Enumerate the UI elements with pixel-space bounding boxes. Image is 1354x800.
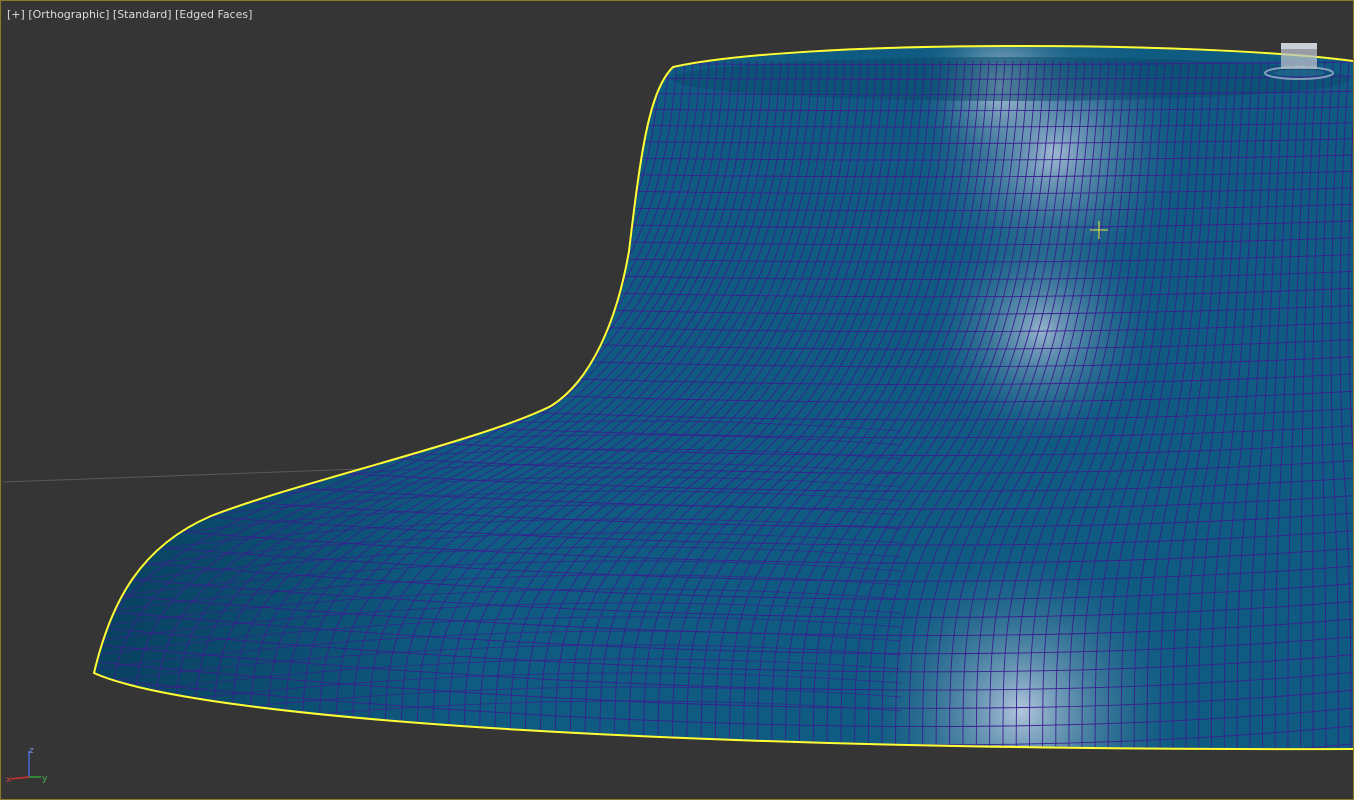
axis-tripod-icon: z x y (6, 746, 48, 785)
viewport-shading-menu[interactable]: [Standard] (113, 8, 172, 21)
y-axis-label: y (42, 774, 48, 784)
viewport-plus-menu[interactable]: [+] (7, 8, 25, 21)
viewport-label-menu: [+] [Orthographic] [Standard] [Edged Fac… (7, 8, 252, 21)
perspective-viewport[interactable]: z x y [+] [Orthographic] [Standard] [Edg… (0, 0, 1354, 800)
viewport-view-menu[interactable]: [Orthographic] (28, 8, 109, 21)
viewport-edges-menu[interactable]: [Edged Faces] (175, 8, 252, 21)
mesh-body (94, 45, 1353, 750)
ground-grid-line (2, 468, 362, 483)
mesh-scene[interactable] (1, 1, 1353, 799)
z-axis-label: z (29, 746, 34, 756)
x-axis-label: x (6, 775, 12, 785)
viewcube-icon[interactable] (1259, 39, 1339, 83)
x-axis-line (10, 776, 30, 780)
